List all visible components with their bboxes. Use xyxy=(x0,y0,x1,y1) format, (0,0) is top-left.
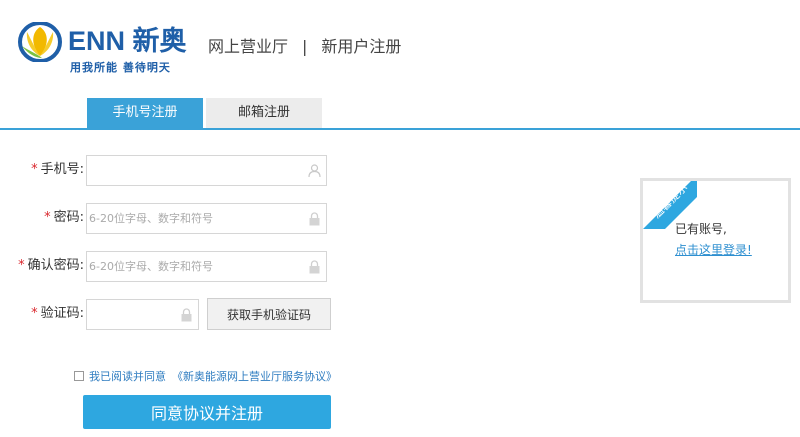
tab-underline xyxy=(0,128,800,130)
lock-icon xyxy=(181,308,192,322)
required-mark: * xyxy=(31,306,38,321)
lock-icon xyxy=(309,212,320,226)
agreement-text: 我已阅读并同意 xyxy=(89,370,166,383)
header-breadcrumb: 网上营业厅 | 新用户注册 xyxy=(208,33,401,57)
enn-logo-icon xyxy=(18,22,62,62)
lock-icon xyxy=(309,260,320,274)
agreement-row: 我已阅读并同意 《新奥能源网上营业厅服务协议》 xyxy=(74,368,337,384)
header-separator: | xyxy=(302,37,308,56)
confirm-label-text: 确认密码: xyxy=(27,258,84,273)
get-sms-code-button[interactable]: 获取手机验证码 xyxy=(207,298,331,330)
password-input[interactable] xyxy=(87,204,326,233)
password-label-text: 密码: xyxy=(53,210,84,225)
brand-logo[interactable]: ENN 新奥 用我所能 善待明天 xyxy=(18,22,188,74)
have-account-text: 已有账号, xyxy=(675,222,727,236)
login-link[interactable]: 点击这里登录! xyxy=(675,241,752,258)
agree-register-button[interactable]: 同意协议并注册 xyxy=(83,395,331,429)
confirm-password-input[interactable] xyxy=(87,252,326,281)
phone-input[interactable] xyxy=(87,156,326,185)
confirm-password-field[interactable] xyxy=(86,251,327,282)
tab-email-register[interactable]: 邮箱注册 xyxy=(206,98,322,128)
required-mark: * xyxy=(44,210,51,225)
agreement-link[interactable]: 《新奥能源网上营业厅服务协议》 xyxy=(172,370,337,383)
code-label-text: 验证码: xyxy=(40,306,84,321)
code-field[interactable] xyxy=(86,299,199,330)
tips-box: 温馨提示 已有账号, 点击这里登录! xyxy=(640,178,791,303)
brand-name: ENN 新奥 xyxy=(68,26,187,56)
phone-label-text: 手机号: xyxy=(40,162,84,177)
password-label: * 密码: xyxy=(0,203,84,233)
brand-slogan: 用我所能 善待明天 xyxy=(70,61,171,74)
password-field[interactable] xyxy=(86,203,327,234)
user-icon xyxy=(308,164,321,178)
required-mark: * xyxy=(31,162,38,177)
code-label: * 验证码: xyxy=(0,299,84,329)
agreement-checkbox[interactable] xyxy=(74,371,84,381)
portal-title: 网上营业厅 xyxy=(208,37,289,56)
tab-phone-register[interactable]: 手机号注册 xyxy=(87,98,203,128)
required-mark: * xyxy=(18,258,25,273)
phone-label: * 手机号: xyxy=(0,155,84,185)
page-title: 新用户注册 xyxy=(321,37,402,56)
phone-field[interactable] xyxy=(86,155,327,186)
confirm-password-label: * 确认密码: xyxy=(0,251,84,281)
